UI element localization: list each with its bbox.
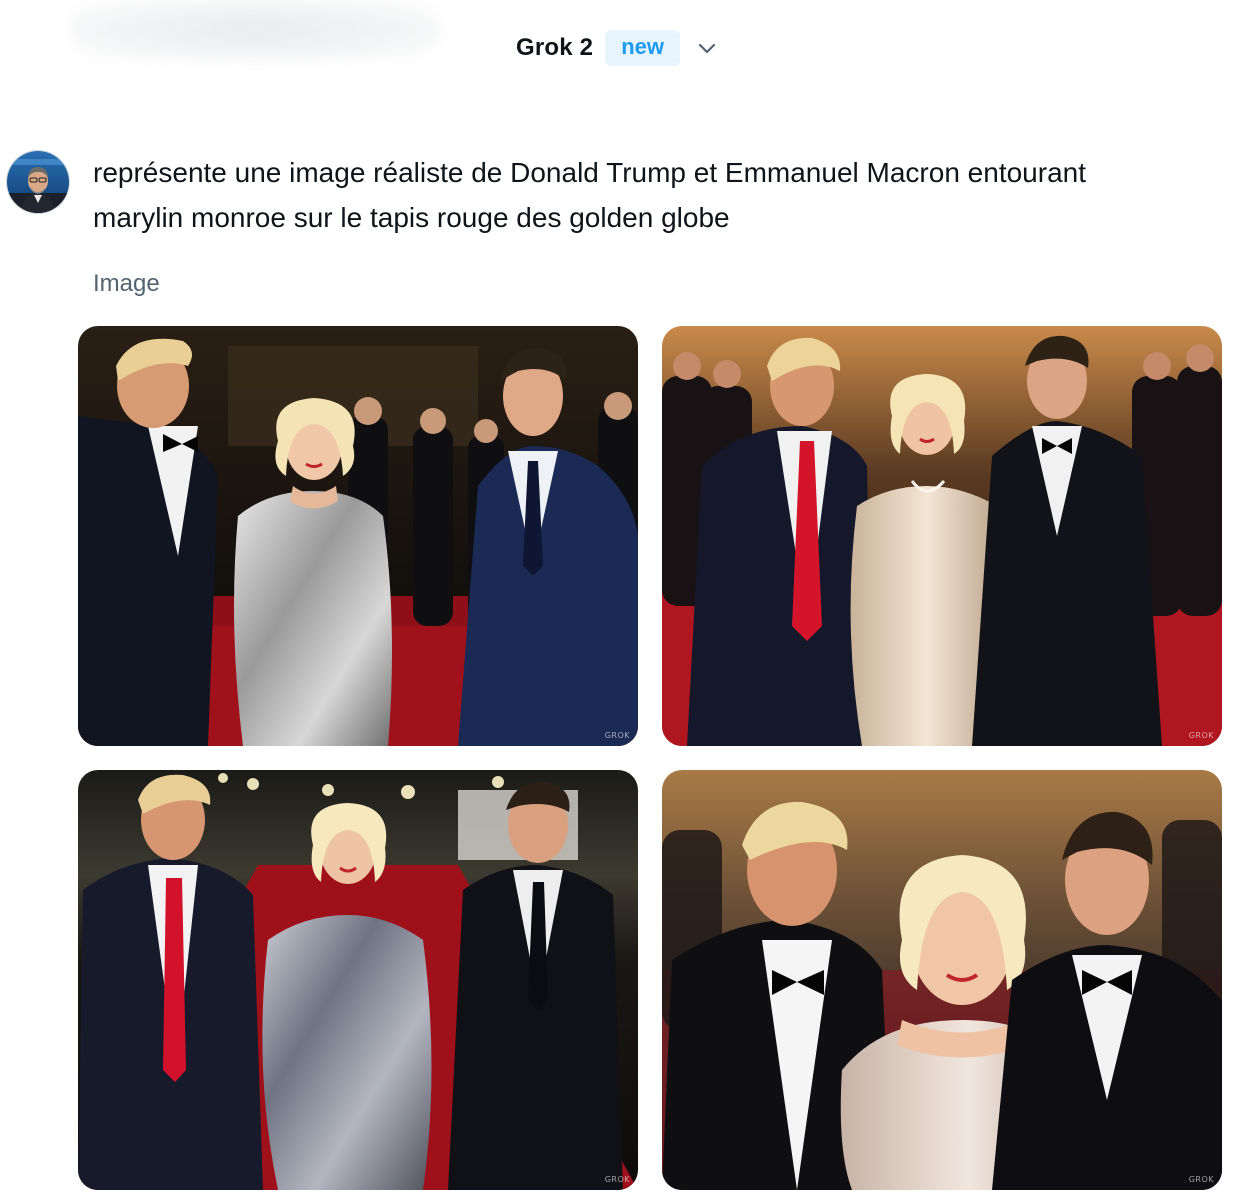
- new-badge: new: [605, 30, 681, 66]
- user-prompt: représente une image réaliste de Donald …: [93, 150, 1223, 240]
- chevron-down-icon[interactable]: [696, 37, 718, 59]
- model-name[interactable]: Grok 2: [516, 34, 593, 62]
- prompt-line-2: marylin monroe sur le tapis rouge des go…: [93, 202, 730, 233]
- watermark: GROK: [1188, 731, 1214, 740]
- watermark: GROK: [1188, 1175, 1214, 1184]
- image-section-label: Image: [93, 270, 160, 297]
- generated-image-1[interactable]: GROK: [78, 326, 638, 746]
- watermark: GROK: [604, 1175, 630, 1184]
- generated-image-4[interactable]: GROK: [662, 770, 1222, 1190]
- user-avatar[interactable]: [6, 150, 70, 214]
- grok-conversation: Grok 2 new représente une image réaliste…: [0, 0, 1234, 1199]
- generated-image-3[interactable]: GROK: [78, 770, 638, 1190]
- watermark: GROK: [604, 731, 630, 740]
- generated-image-2[interactable]: GROK: [662, 326, 1222, 746]
- prompt-line-1: représente une image réaliste de Donald …: [93, 157, 1086, 188]
- model-selector[interactable]: Grok 2 new: [0, 26, 1234, 70]
